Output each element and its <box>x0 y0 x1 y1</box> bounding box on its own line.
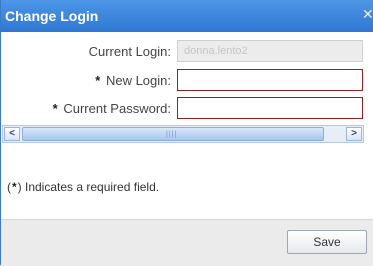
new-login-label: New Login: <box>105 73 171 88</box>
dialog-body: Current Login: * New Login: * Current Pa… <box>1 32 373 219</box>
new-login-row: * New Login: <box>1 69 373 93</box>
required-field-note: (*) Indicates a required field. <box>7 180 159 194</box>
save-button[interactable]: Save <box>287 230 367 254</box>
current-password-row: * Current Password: <box>1 97 373 121</box>
dialog-footer: Save <box>1 219 373 266</box>
note-text: ) Indicates a required field. <box>17 180 160 194</box>
current-password-label-wrap: * Current Password: <box>53 101 171 116</box>
change-login-dialog: Change Login ✕ Current Login: * New Logi… <box>0 0 373 266</box>
current-login-row: Current Login: <box>1 40 373 64</box>
scrollbar-thumb[interactable]: |||| <box>22 127 324 141</box>
dialog-title: Change Login <box>5 8 99 24</box>
required-marker: * <box>52 101 58 116</box>
current-password-field[interactable] <box>177 97 363 119</box>
dialog-titlebar[interactable]: Change Login ✕ <box>1 0 373 32</box>
note-open: ( <box>7 180 11 194</box>
required-marker: * <box>95 73 101 88</box>
current-login-field <box>177 40 363 62</box>
scrollbar-grip-icon: |||| <box>166 131 178 138</box>
required-marker: * <box>12 180 17 194</box>
scroll-right-icon[interactable]: > <box>346 127 362 141</box>
scroll-left-icon[interactable]: < <box>4 127 20 141</box>
close-icon[interactable]: ✕ <box>362 6 373 23</box>
new-login-field[interactable] <box>177 69 363 91</box>
current-password-label: Current Password: <box>63 101 171 116</box>
current-login-label: Current Login: <box>88 44 171 59</box>
new-login-label-wrap: * New Login: <box>95 73 171 88</box>
horizontal-scrollbar[interactable]: < |||| > <box>2 125 364 143</box>
